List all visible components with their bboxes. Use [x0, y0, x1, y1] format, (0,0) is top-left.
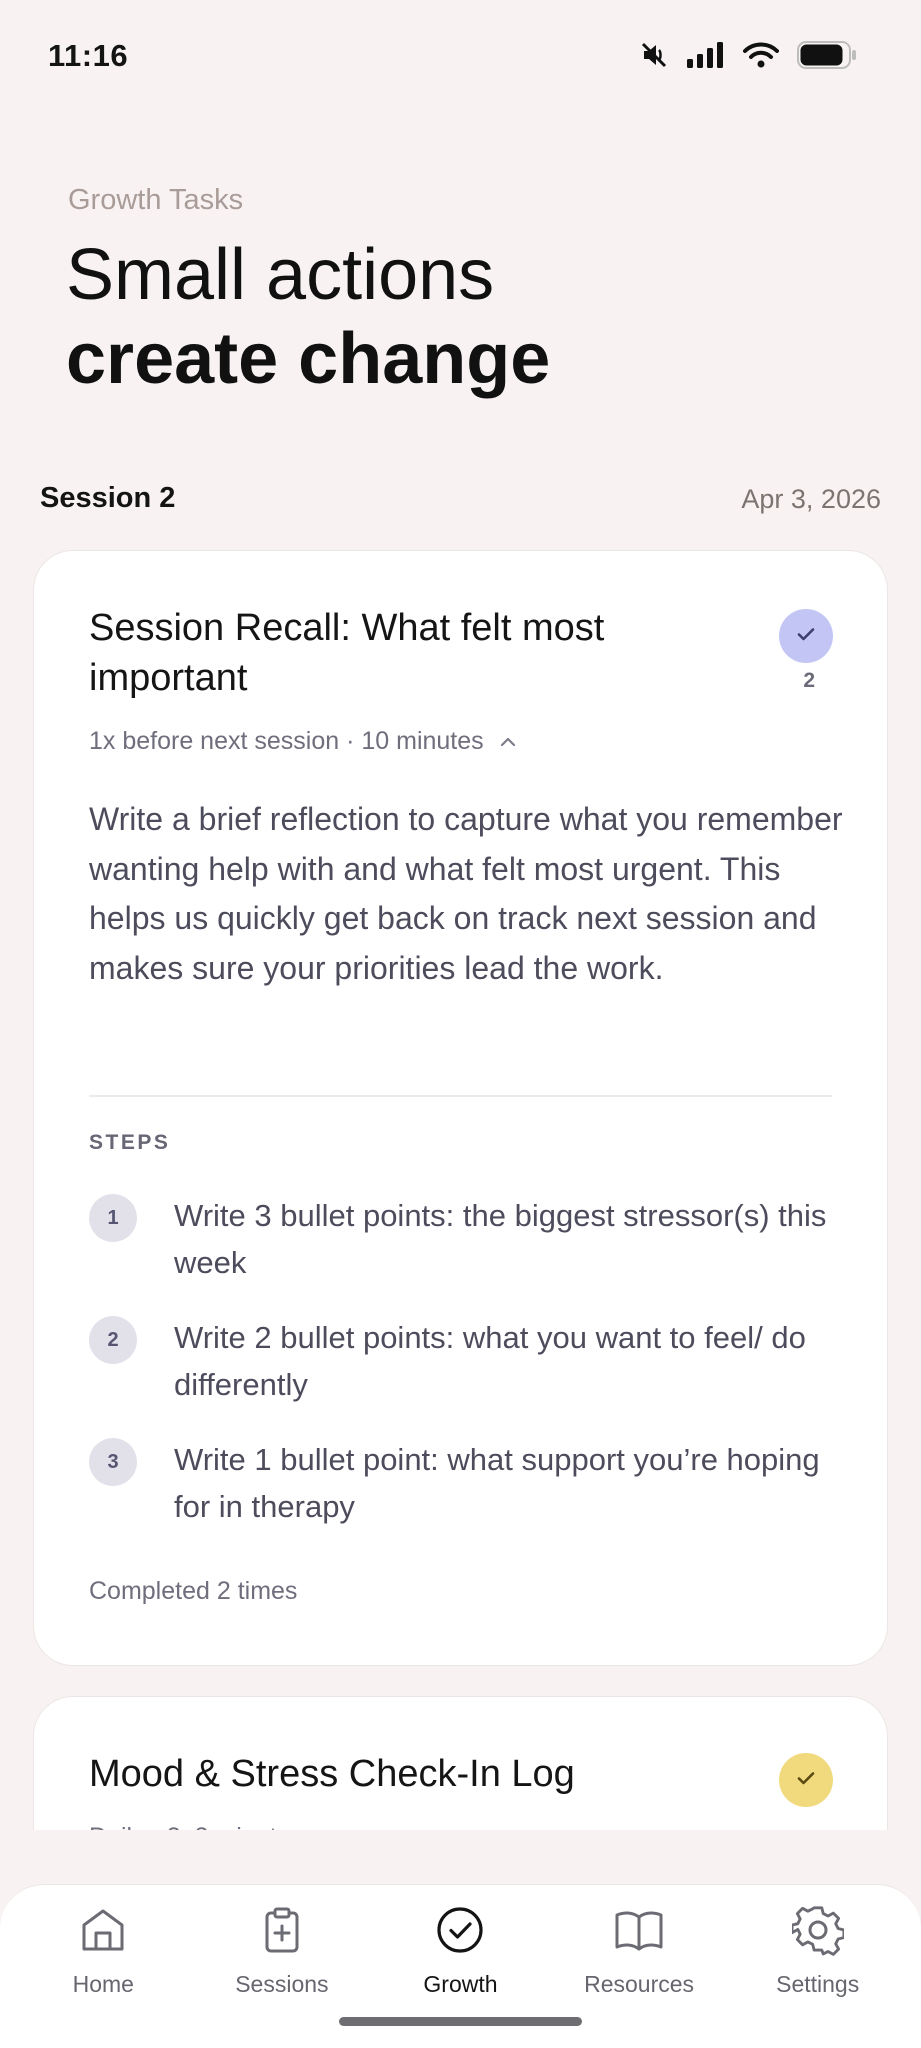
task-meta[interactable]: 1x before next session · 10 minutes [89, 727, 518, 756]
page-eyebrow: Growth Tasks [68, 184, 244, 216]
step-number: 2 [89, 1316, 137, 1364]
home-indicator[interactable] [339, 2017, 582, 2026]
book-icon [612, 1903, 666, 1957]
task-complete-button[interactable] [779, 1753, 833, 1807]
step-text: Write 1 bullet point: what support you’r… [174, 1442, 820, 1524]
status-time: 11:16 [48, 38, 129, 73]
clipboard-plus-icon [255, 1903, 309, 1957]
status-icons [639, 40, 857, 75]
check-circle-icon [433, 1903, 487, 1957]
wifi-icon [743, 41, 779, 74]
task-title: Session Recall: What felt most important [89, 607, 605, 699]
completed-status: Completed 2 times [89, 1577, 298, 1605]
scroll-mask [0, 1830, 921, 1888]
step-item: 1 Write 3 bullet points: the biggest str… [89, 1192, 849, 1286]
tab-label: Sessions [235, 1971, 329, 1997]
tab-settings[interactable]: Settings [733, 1885, 903, 2048]
tab-label: Growth [423, 1971, 498, 1997]
signal-icon [687, 42, 725, 73]
steps-heading: STEPS [89, 1131, 171, 1154]
step-text: Write 2 bullet points: what you want to … [174, 1320, 806, 1402]
task-description: Write a brief reflection to capture what… [89, 801, 843, 986]
tab-label: Home [72, 1971, 134, 1997]
task-frequency-duration: 1x before next session · 10 minutes [89, 727, 484, 755]
checkmark-icon [794, 1766, 818, 1795]
session-label: Session 2 [40, 482, 176, 514]
page-title-line1: Small actions [66, 235, 495, 315]
page-title-line2: create change [66, 319, 551, 399]
tab-label: Settings [776, 1971, 860, 1997]
tab-label: Resources [584, 1971, 695, 1997]
checkmark-icon [794, 622, 818, 651]
task-title: Mood & Stress Check-In Log [89, 1753, 575, 1795]
completion-count: 2 [803, 669, 815, 692]
chevron-up-icon[interactable] [498, 727, 518, 756]
step-text: Write 3 bullet points: the biggest stres… [174, 1198, 827, 1280]
tab-home[interactable]: Home [18, 1885, 188, 2048]
step-number: 1 [89, 1194, 137, 1242]
step-item: 3 Write 1 bullet point: what support you… [89, 1436, 849, 1530]
step-item: 2 Write 2 bullet points: what you want t… [89, 1314, 849, 1408]
status-bar: 11:16 [0, 0, 921, 110]
home-icon [76, 1903, 130, 1957]
session-date: Apr 3, 2026 [741, 484, 881, 514]
task-card-session-recall[interactable]: Session Recall: What felt most important… [33, 550, 888, 1666]
divider [89, 1095, 832, 1097]
mute-icon [639, 40, 669, 75]
gear-icon [791, 1903, 845, 1957]
step-number: 3 [89, 1438, 137, 1486]
task-complete-button[interactable] [779, 609, 833, 663]
battery-icon [797, 41, 857, 74]
